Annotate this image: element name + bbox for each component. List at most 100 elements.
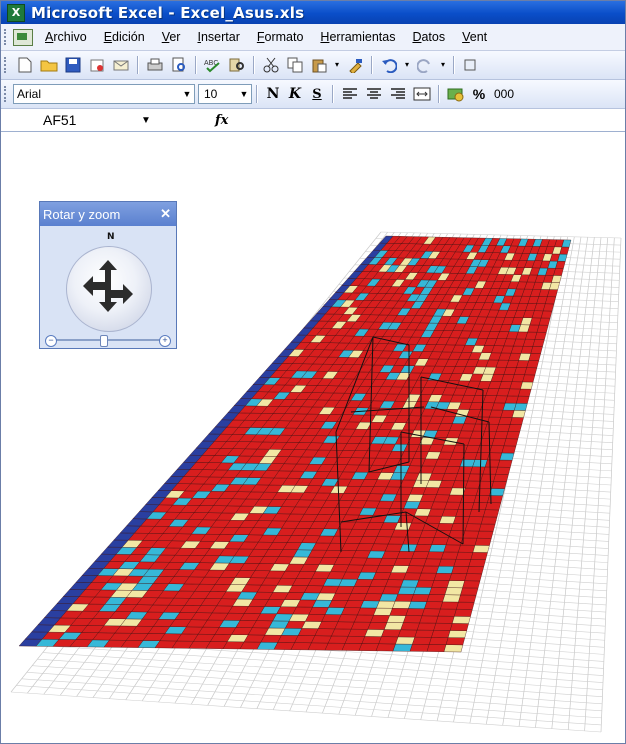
copy-icon[interactable] (285, 55, 305, 75)
font-size-dropdown-icon[interactable]: ▼ (237, 85, 251, 103)
sheet-cell[interactable] (435, 615, 455, 624)
sheet-cell[interactable] (524, 367, 538, 376)
sheet-cell[interactable] (452, 480, 469, 489)
sheet-cell[interactable] (357, 607, 377, 616)
sheet-cell[interactable] (378, 636, 399, 645)
sheet-cell[interactable] (453, 559, 472, 567)
sheet-cell[interactable] (408, 558, 427, 567)
sheet-cell[interactable] (474, 452, 490, 460)
italic-button[interactable]: K (284, 84, 306, 104)
sheet-cell[interactable] (405, 608, 425, 616)
sheet-cell[interactable] (347, 593, 367, 601)
sheet-cell[interactable] (493, 431, 509, 439)
sheet-cell[interactable] (473, 495, 490, 503)
sheet-cell[interactable] (460, 587, 479, 596)
sheet-cell[interactable] (489, 445, 505, 454)
sheet-cell[interactable] (367, 622, 388, 630)
sheet-cell[interactable] (358, 643, 380, 652)
paste-dropdown-icon[interactable]: ▾ (333, 55, 341, 75)
undo-dropdown-icon[interactable]: ▾ (403, 55, 411, 75)
sheet-cell[interactable] (337, 614, 358, 623)
sheet-cell[interactable] (454, 608, 473, 617)
sheet-cell[interactable] (426, 644, 447, 652)
sheet-cell[interactable] (373, 607, 393, 616)
sheet-cell[interactable] (464, 523, 482, 532)
sheet-cell[interactable] (451, 566, 470, 574)
sheet-cell[interactable] (419, 615, 439, 624)
sheet-cell[interactable] (442, 594, 461, 603)
sheet-cell[interactable] (438, 558, 457, 567)
sheet-cell[interactable] (468, 559, 486, 567)
open-folder-icon[interactable] (39, 55, 59, 75)
sheet-cell[interactable] (538, 317, 551, 326)
sheet-cell[interactable] (351, 621, 371, 630)
sheet-cell[interactable] (500, 409, 515, 418)
menu-ventana[interactable]: Vent (462, 30, 487, 44)
sheet-cell[interactable] (507, 388, 521, 397)
print-icon[interactable] (145, 55, 165, 75)
sheet-cell[interactable] (516, 395, 530, 404)
sheet-cell[interactable] (501, 445, 517, 454)
sheet-cell[interactable] (483, 509, 500, 518)
sheet-cell[interactable] (360, 600, 380, 609)
sheet-cell[interactable] (489, 488, 505, 496)
sheet-cell[interactable] (440, 601, 459, 610)
sheet-cell[interactable] (462, 487, 479, 496)
sheet-cell[interactable] (455, 551, 474, 560)
sheet-cell[interactable] (476, 530, 494, 539)
sheet-cell[interactable] (350, 586, 371, 594)
sheet-cell[interactable] (430, 501, 448, 510)
sheet-cell[interactable] (347, 628, 369, 637)
sheet-cell[interactable] (311, 635, 332, 644)
sheet-cell[interactable] (532, 339, 545, 347)
sheet-cell[interactable] (522, 374, 536, 383)
sheet-cell[interactable] (307, 642, 329, 651)
zoom-slider-thumb[interactable] (100, 335, 109, 347)
sheet-cell[interactable] (426, 551, 444, 560)
sheet-cell[interactable] (381, 629, 401, 638)
sheet-cell[interactable] (469, 466, 486, 475)
sheet-cell[interactable] (491, 438, 507, 446)
sheet-cell[interactable] (453, 516, 470, 524)
sheet-cell[interactable] (478, 480, 494, 489)
sheet-cell[interactable] (431, 537, 449, 545)
underline-button[interactable]: S (306, 84, 328, 104)
zoom-in-button[interactable]: + (159, 335, 171, 347)
sheet-cell[interactable] (372, 572, 392, 580)
sheet-cell[interactable] (460, 494, 477, 503)
sheet-cell[interactable] (383, 622, 404, 630)
sheet-cell[interactable] (465, 480, 481, 489)
percent-button[interactable]: % (468, 84, 490, 104)
sheet-cell[interactable] (487, 495, 503, 504)
hyperlink-icon[interactable] (461, 55, 481, 75)
align-left-icon[interactable] (340, 84, 360, 104)
sheet-cell[interactable] (431, 580, 450, 588)
sheet-cell[interactable] (459, 459, 476, 467)
sheet-cell[interactable] (331, 628, 352, 637)
sheet-cell[interactable] (428, 637, 449, 645)
sheet-cell[interactable] (408, 601, 428, 609)
sheet-cell[interactable] (434, 530, 452, 538)
sheet-cell[interactable] (458, 544, 476, 553)
redo-dropdown-icon[interactable]: ▾ (439, 55, 447, 75)
sheet-cell[interactable] (364, 629, 385, 637)
sheet-cell[interactable] (466, 566, 484, 575)
sheet-cell[interactable] (457, 466, 473, 474)
sheet-cell[interactable] (505, 431, 521, 440)
sheet-cell[interactable] (495, 466, 511, 475)
sheet-cell[interactable] (478, 523, 496, 532)
sheet-cell[interactable] (394, 593, 414, 602)
sheet-cell[interactable] (366, 586, 386, 595)
sheet-cell[interactable] (452, 616, 471, 624)
sheet-cell[interactable] (416, 537, 435, 545)
sheet-cell[interactable] (441, 508, 459, 517)
sheet-cell[interactable] (457, 502, 475, 510)
sheet-cell[interactable] (520, 381, 534, 390)
spelling-icon[interactable]: ABC (203, 55, 223, 75)
sheet-cell[interactable] (418, 572, 437, 581)
toolbar-grip[interactable] (4, 86, 9, 102)
sheet-cell[interactable] (370, 614, 390, 623)
sheet-cell[interactable] (327, 635, 349, 644)
sheet-cell[interactable] (509, 417, 524, 425)
sheet-cell[interactable] (498, 417, 513, 425)
